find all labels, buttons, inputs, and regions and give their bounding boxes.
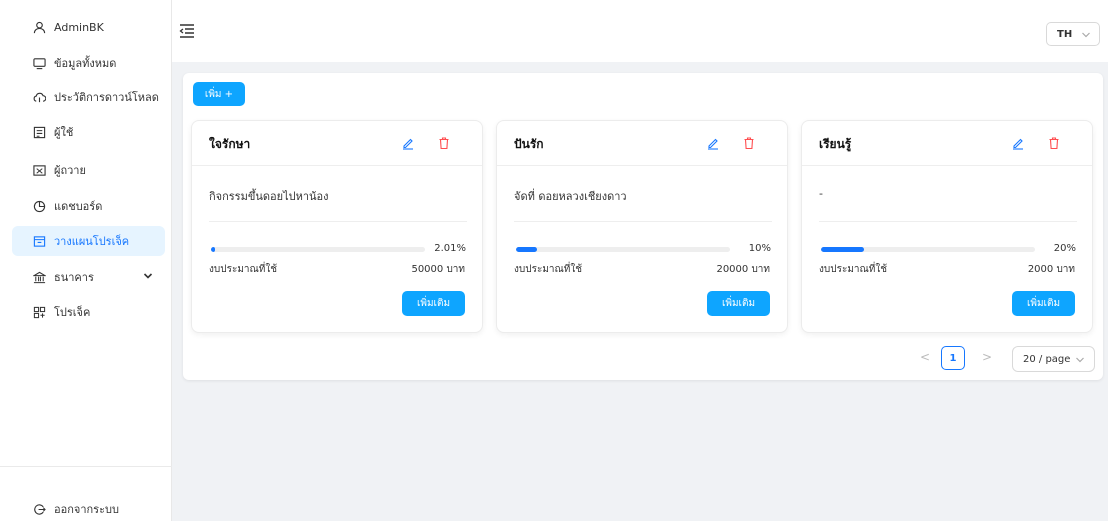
language-value: TH	[1057, 28, 1073, 40]
edit-icon[interactable]	[1011, 136, 1025, 150]
user-icon	[32, 20, 46, 34]
budget-label: งบประมาณที่ใช้	[819, 264, 888, 275]
chevron-down-icon	[1075, 355, 1085, 368]
budget-value: 2000 บาท	[1027, 264, 1075, 275]
sidebar-item-donors[interactable]: ผู้ถวาย	[12, 155, 165, 185]
id-card-icon	[32, 163, 46, 177]
sidebar-item-label: วางแผนโปรเจ็ค	[54, 235, 130, 248]
sidebar-item-label: ผู้ใช้	[54, 126, 74, 139]
sidebar-item-label: ข้อมูลทั้งหมด	[54, 57, 117, 70]
project-plan-panel: เพิ่ม + ใจรักษา กิจกรรมขึ้นดอยไปหาน้อง 2…	[183, 73, 1103, 380]
delete-icon[interactable]	[437, 136, 451, 150]
progress-bar	[821, 247, 1035, 252]
more-button[interactable]: เพิ่มเติม	[1012, 291, 1075, 316]
card-title: ใจรักษา	[209, 137, 251, 151]
pagination-next[interactable]: >	[979, 350, 995, 366]
edit-icon[interactable]	[401, 136, 415, 150]
logout-label: ออกจากระบบ	[54, 503, 119, 516]
sidebar-item-all-data[interactable]: ข้อมูลทั้งหมด	[12, 48, 165, 78]
sidebar-item-label: แดชบอร์ด	[54, 200, 103, 213]
card-divider	[514, 221, 772, 222]
sidebar-item-bank[interactable]: ธนาคาร	[12, 262, 165, 292]
project-card: เรียนรู้ - 20% งบประมาณที่ใช้ 2000 บาท เ…	[801, 120, 1093, 333]
sidebar-item-dashboard[interactable]: แดชบอร์ด	[12, 191, 165, 221]
sidebar-divider	[0, 466, 172, 467]
more-button[interactable]: เพิ่มเติม	[707, 291, 770, 316]
progress-bar	[211, 247, 425, 252]
cloud-icon	[32, 90, 46, 104]
sidebar-item-download-history[interactable]: ประวัติการดาวน์โหลด	[12, 82, 165, 112]
card-header: ปันรัก	[497, 121, 787, 166]
users-list-icon	[32, 125, 46, 139]
card-title: ปันรัก	[514, 137, 544, 151]
sidebar-item-project-planning[interactable]: วางแผนโปรเจ็ค	[12, 226, 165, 256]
sidebar: AdminBK ข้อมูลทั้งหมด ประวัติการดาวน์โหล…	[0, 0, 172, 521]
bank-icon	[32, 270, 46, 284]
language-select[interactable]: TH	[1046, 22, 1100, 46]
more-button[interactable]: เพิ่มเติม	[402, 291, 465, 316]
delete-icon[interactable]	[1047, 136, 1061, 150]
progress-fill	[821, 247, 864, 252]
card-description: -	[819, 187, 823, 200]
progress-percent: 10%	[748, 243, 771, 254]
progress-fill	[211, 247, 216, 252]
project-icon	[32, 305, 46, 319]
budget-label: งบประมาณที่ใช้	[209, 264, 278, 275]
menu-toggle-icon[interactable]	[178, 22, 196, 40]
logout-button[interactable]: ออกจากระบบ	[12, 494, 165, 521]
sidebar-item-admin[interactable]: AdminBK	[12, 12, 165, 42]
sidebar-item-label: ธนาคาร	[54, 271, 94, 284]
page-size-value: 20 / page	[1023, 353, 1071, 365]
progress-percent: 20%	[1053, 243, 1076, 254]
edit-icon[interactable]	[706, 136, 720, 150]
card-divider	[819, 221, 1077, 222]
card-description: กิจกรรมขึ้นดอยไปหาน้อง	[209, 190, 329, 203]
sidebar-item-label: ผู้ถวาย	[54, 164, 86, 177]
calendar-icon	[32, 234, 46, 248]
card-divider	[209, 221, 467, 222]
sidebar-item-label: AdminBK	[54, 20, 104, 34]
sidebar-item-projects[interactable]: โปรเจ็ค	[12, 297, 165, 327]
delete-icon[interactable]	[742, 136, 756, 150]
budget-label: งบประมาณที่ใช้	[514, 264, 583, 275]
pagination-current-page[interactable]: 1	[941, 346, 965, 370]
chevron-down-icon	[1081, 30, 1091, 43]
card-title: เรียนรู้	[819, 137, 852, 151]
logout-icon	[32, 502, 46, 516]
progress-percent: 2.01%	[434, 243, 466, 254]
add-button[interactable]: เพิ่ม +	[193, 82, 245, 106]
sidebar-item-label: โปรเจ็ค	[54, 306, 91, 319]
budget-value: 20000 บาท	[716, 264, 770, 275]
budget-value: 50000 บาท	[411, 264, 465, 275]
monitor-icon	[32, 56, 46, 70]
sidebar-item-label: ประวัติการดาวน์โหลด	[54, 91, 159, 104]
chevron-down-icon[interactable]	[143, 271, 153, 284]
card-description: จัดที่ ดอยหลวงเชียงดาว	[514, 190, 627, 203]
page-size-select[interactable]: 20 / page	[1012, 346, 1095, 372]
project-card: ใจรักษา กิจกรรมขึ้นดอยไปหาน้อง 2.01% งบป…	[191, 120, 483, 333]
card-header: ใจรักษา	[192, 121, 482, 166]
card-header: เรียนรู้	[802, 121, 1092, 166]
progress-bar	[516, 247, 730, 252]
pagination-prev[interactable]: <	[917, 350, 933, 366]
pie-chart-icon	[32, 199, 46, 213]
header: TH	[172, 0, 1108, 62]
project-card: ปันรัก จัดที่ ดอยหลวงเชียงดาว 10% งบประม…	[496, 120, 788, 333]
progress-fill	[516, 247, 538, 252]
sidebar-item-users[interactable]: ผู้ใช้	[12, 117, 165, 147]
